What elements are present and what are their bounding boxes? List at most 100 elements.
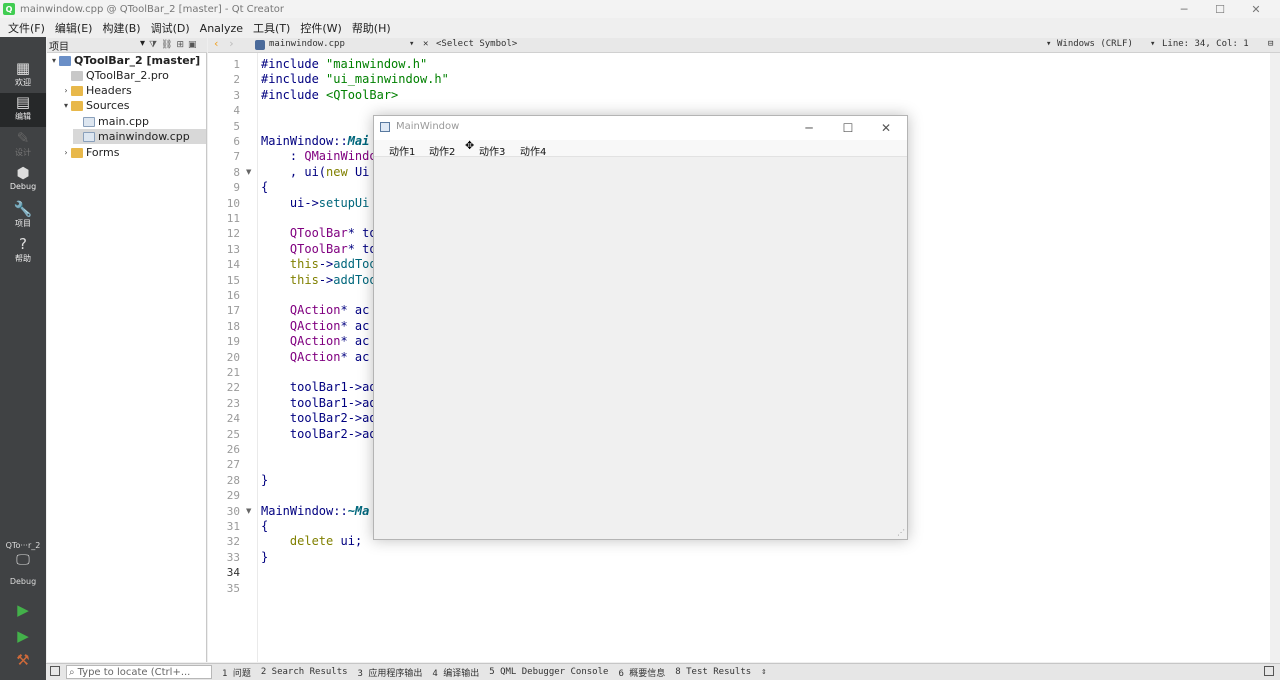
pane-qml-debugger-console[interactable]: 5 QML Debugger Console (489, 667, 608, 677)
fold-marker-icon[interactable]: ▼ (246, 504, 251, 519)
chevron-right-icon[interactable]: › (61, 86, 71, 95)
monitor-icon[interactable]: 🖵 (0, 552, 46, 568)
symbol-selector[interactable]: <Select Symbol> (436, 39, 517, 49)
code-line[interactable]: toolBar2->ad (261, 411, 377, 426)
close-button[interactable]: ✕ (1238, 0, 1274, 18)
link-icon[interactable]: ⛓ (161, 40, 172, 50)
code-line[interactable]: { (261, 180, 268, 195)
run-icon[interactable]: ▶ (0, 601, 46, 619)
mode-projects[interactable]: 🔧 项目 (0, 200, 46, 234)
tree-item-project[interactable]: ▾ QToolBar_2 [master] (49, 53, 205, 68)
fold-marker-icon[interactable]: ▼ (246, 165, 251, 180)
code-line[interactable]: QAction* ac (261, 350, 369, 365)
code-line[interactable]: ui->setupUi (261, 196, 369, 211)
pane-application-output[interactable]: 3 应用程序输出 (358, 666, 423, 679)
code-line[interactable]: QAction* ac (261, 334, 369, 349)
child-minimize-button[interactable]: ─ (794, 119, 824, 137)
code-line[interactable]: MainWindow::~Ma (261, 504, 369, 519)
pane-search-results[interactable]: 2 Search Results (261, 667, 348, 677)
line-number[interactable]: 5 (208, 119, 240, 134)
mode-design[interactable]: ✎ 设计 (0, 129, 46, 163)
menu-build[interactable]: 构建(B) (97, 20, 145, 36)
pane-general-messages[interactable]: 6 概要信息 (618, 666, 665, 679)
build-hammer-icon[interactable]: ⚒ (0, 651, 46, 669)
child-close-button[interactable]: ✕ (871, 119, 901, 137)
chevron-right-icon[interactable]: › (61, 148, 71, 157)
chevron-down-icon[interactable]: ▾ (409, 39, 414, 49)
action-1-button[interactable]: 动作1 (389, 143, 415, 158)
line-number[interactable]: 25 (208, 427, 240, 442)
split-icon[interactable]: ⊞ (176, 40, 184, 50)
action-2-button[interactable]: 动作2 (429, 143, 455, 158)
code-line[interactable]: toolBar2->ad (261, 427, 377, 442)
debug-run-icon[interactable]: ▶ (0, 627, 46, 645)
code-line[interactable]: delete ui; (261, 534, 362, 549)
tree-item-mainwindow-cpp[interactable]: mainwindow.cpp (73, 129, 206, 144)
line-number[interactable]: 2 (208, 72, 240, 87)
tree-item-forms[interactable]: › Forms (61, 145, 205, 160)
maximize-button[interactable]: ☐ (1202, 0, 1238, 18)
menu-edit[interactable]: 编辑(E) (50, 20, 98, 36)
line-number[interactable]: 21 (208, 365, 240, 380)
child-maximize-button[interactable]: ☐ (833, 119, 863, 137)
close-file-icon[interactable]: ✕ (423, 39, 428, 49)
code-line[interactable]: : QMainWindo (261, 149, 377, 164)
line-number[interactable]: 27 (208, 457, 240, 472)
line-number[interactable]: 29 (208, 488, 240, 503)
locator-input[interactable]: ⌕ Type to locate (Ctrl+... (66, 665, 212, 679)
minimize-button[interactable]: ─ (1166, 0, 1202, 18)
menu-analyze[interactable]: Analyze (195, 22, 248, 35)
menu-help[interactable]: 帮助(H) (347, 20, 396, 36)
line-number[interactable]: 15 (208, 273, 240, 288)
code-line[interactable]: } (261, 473, 268, 488)
line-number[interactable]: 11 (208, 211, 240, 226)
close-pane-icon[interactable]: ▣ (188, 40, 197, 50)
line-number[interactable]: 35 (208, 581, 240, 596)
tree-item-headers[interactable]: › Headers (61, 83, 205, 98)
line-number[interactable]: 13 (208, 242, 240, 257)
pane-issues[interactable]: 1 问题 (222, 666, 251, 679)
cursor-position[interactable]: Line: 34, Col: 1 (1162, 39, 1249, 49)
resize-grip-icon[interactable]: ⋰ (897, 529, 905, 537)
mode-debug[interactable]: ⬢ Debug (0, 164, 46, 198)
line-number[interactable]: 20 (208, 350, 240, 365)
mode-edit[interactable]: ▤ 编辑 (0, 93, 46, 127)
line-number[interactable]: 14 (208, 257, 240, 272)
line-ending-selector[interactable]: Windows (CRLF) (1057, 39, 1133, 49)
output-toggle-icon[interactable] (1264, 666, 1274, 676)
line-number[interactable]: 6 (208, 134, 240, 149)
tree-item-pro-file[interactable]: QToolBar_2.pro (61, 68, 205, 83)
line-number[interactable]: 18 (208, 319, 240, 334)
filter-icon[interactable]: ⧩ (149, 40, 157, 50)
code-line[interactable]: #include <QToolBar> (261, 88, 398, 103)
code-line[interactable]: toolBar1->ad (261, 396, 377, 411)
line-number[interactable]: 24 (208, 411, 240, 426)
code-line[interactable]: #include "mainwindow.h" (261, 57, 427, 72)
line-number[interactable]: 34 (208, 565, 240, 580)
pane-compile-output[interactable]: 4 编译输出 (432, 666, 479, 679)
view-selector[interactable]: 项目 ▾ (49, 38, 145, 53)
code-line[interactable]: } (261, 550, 268, 565)
line-number[interactable]: 22 (208, 380, 240, 395)
line-number[interactable]: 33 (208, 550, 240, 565)
sidebar-toggle-icon[interactable] (50, 666, 60, 676)
line-number[interactable]: 28 (208, 473, 240, 488)
line-number[interactable]: 9 (208, 180, 240, 195)
line-number[interactable]: 10 (208, 196, 240, 211)
menu-debug[interactable]: 调试(D) (146, 20, 195, 36)
mode-welcome[interactable]: ▦ 欢迎 (0, 59, 46, 93)
line-number[interactable]: 12 (208, 226, 240, 241)
line-number[interactable]: 17 (208, 303, 240, 318)
vertical-scrollbar[interactable] (1270, 53, 1280, 662)
line-number[interactable]: 31 (208, 519, 240, 534)
code-line[interactable]: toolBar1->ad (261, 380, 377, 395)
chevron-updown-icon[interactable]: ⇕ (761, 667, 766, 677)
tree-item-sources[interactable]: ▾ Sources (61, 98, 205, 113)
line-number[interactable]: 32 (208, 534, 240, 549)
chevron-down-icon[interactable]: ▾ (61, 101, 71, 110)
code-line[interactable]: { (261, 519, 268, 534)
code-line[interactable]: QAction* ac (261, 303, 369, 318)
line-number[interactable]: 4 (208, 103, 240, 118)
forward-icon[interactable]: › (228, 37, 235, 50)
line-number[interactable]: 23 (208, 396, 240, 411)
